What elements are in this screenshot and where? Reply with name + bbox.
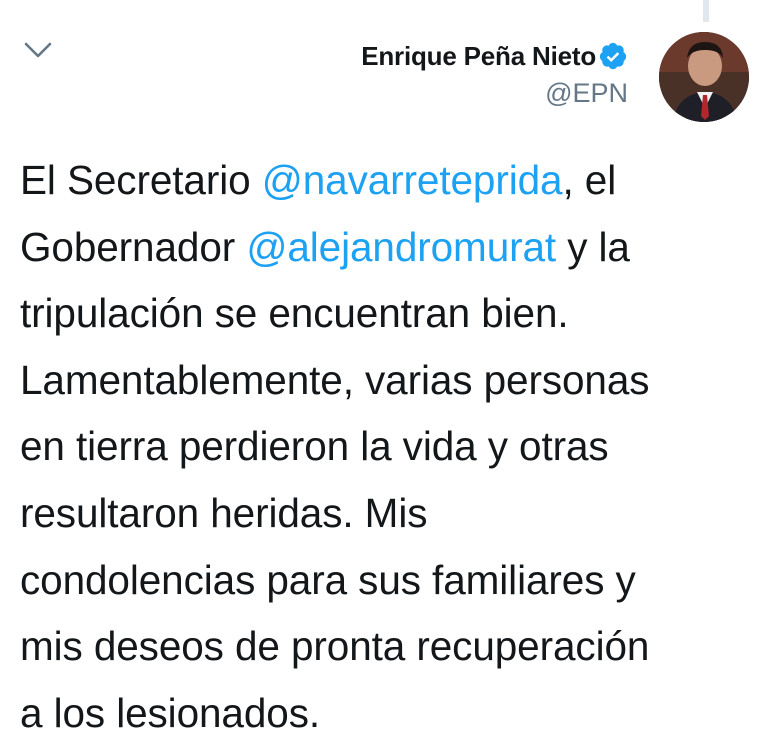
- avatar[interactable]: [659, 32, 749, 122]
- tweet-text-segment: condolencias para sus familiares y: [20, 556, 636, 603]
- mention-link[interactable]: @alejandromurat: [246, 224, 556, 270]
- author-display-name[interactable]: Enrique Peña Nieto: [361, 41, 596, 72]
- tweet-text-segment: en tierra perdieron la vida y otras: [20, 423, 609, 470]
- tweet-text-line: Gobernador @alejandromurat y la: [20, 214, 760, 281]
- tweet-text: El Secretario @navarreteprida, el Goberna…: [20, 147, 760, 746]
- profile-photo-icon: [659, 32, 749, 122]
- chevron-down-icon[interactable]: [22, 38, 54, 62]
- author-block[interactable]: Enrique Peña Nieto @EPN: [361, 36, 628, 110]
- tweet-text-segment: El Secretario: [20, 157, 262, 203]
- tweet-text-segment: Lamentablemente, varias personas: [20, 356, 650, 403]
- tweet-text-segment: a los lesionados.: [20, 689, 320, 736]
- tweet-text-line: a los lesionados.: [20, 680, 760, 746]
- tweet-text-segment: resultaron heridas. Mis: [20, 489, 428, 536]
- tweet-text-line: resultaron heridas. Mis: [20, 480, 760, 547]
- tweet-text-line: Lamentablemente, varias personas: [20, 347, 760, 414]
- author-handle[interactable]: @EPN: [361, 76, 628, 110]
- tweet-text-line: condolencias para sus familiares y: [20, 547, 760, 614]
- tweet-text-segment: tripulación se encuentran bien.: [20, 290, 569, 337]
- author-name-row: Enrique Peña Nieto: [361, 36, 628, 76]
- scroll-indicator: [703, 0, 709, 22]
- tweet-text-segment: , el: [562, 157, 617, 203]
- tweet-text-segment: Gobernador: [20, 223, 247, 270]
- tweet-text-line: tripulación se encuentran bien.: [20, 280, 760, 347]
- tweet-text-segment: mis deseos de pronta recuperación: [20, 623, 650, 670]
- tweet-card: Enrique Peña Nieto @EPN El Secretario @n…: [0, 0, 768, 736]
- mention-link[interactable]: @navarreteprida: [262, 157, 563, 203]
- tweet-text-line: en tierra perdieron la vida y otras: [20, 413, 760, 480]
- tweet-text-line: mis deseos de pronta recuperación: [20, 613, 760, 680]
- tweet-text-segment: y la: [556, 223, 630, 270]
- verified-badge-icon: [598, 41, 628, 71]
- tweet-text-line: El Secretario @navarreteprida, el: [20, 147, 760, 214]
